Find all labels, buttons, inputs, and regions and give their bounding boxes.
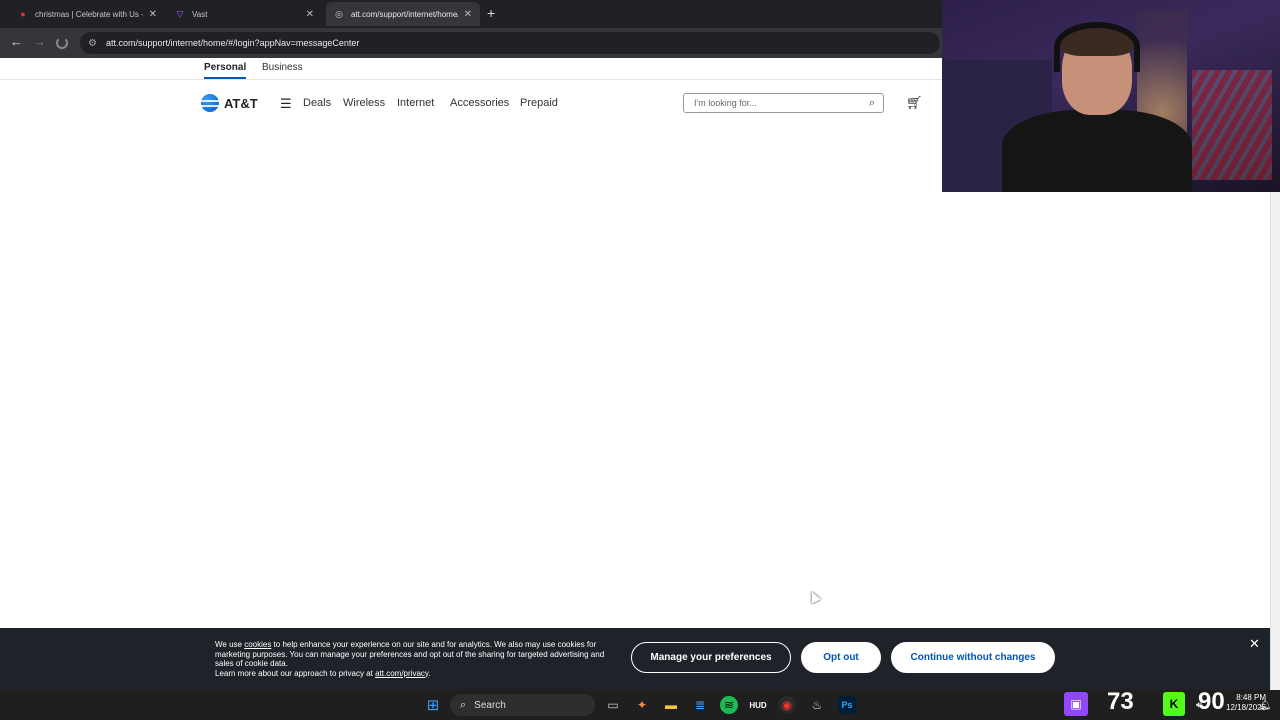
cookies-link[interactable]: cookies	[244, 640, 271, 649]
att-globe-icon	[201, 94, 219, 112]
att-logo[interactable]: AT&T	[201, 94, 258, 112]
stop-loading-icon[interactable]	[56, 37, 68, 49]
task-view-icon[interactable]: ▭	[604, 696, 622, 714]
webcam-overlay	[942, 0, 1280, 192]
hud-app-icon[interactable]: HUD	[749, 696, 767, 714]
taskbar-search[interactable]: ⌕ Search	[450, 694, 595, 716]
windows-taskbar: ⊞ ⌕ Search ▭ ✦ ▬ ≣ ≋ HUD ◉ ♨ Ps ▣ K 🔊︎ 🔔…	[0, 690, 1280, 720]
cookie-text: We use cookies to help enhance your expe…	[215, 640, 605, 678]
forward-icon[interactable]: →	[33, 34, 46, 49]
copilot-icon[interactable]: ✦	[633, 696, 651, 714]
vast-favicon-icon: ▽	[176, 8, 184, 19]
close-tab-icon[interactable]: ✕	[464, 9, 472, 20]
search-input[interactable]: I'm looking for... ⌕	[683, 93, 884, 113]
nav-accessories[interactable]: Accessories	[450, 97, 509, 109]
system-clock[interactable]: 8:48 PM 12/18/2025	[1226, 693, 1266, 713]
cookie-banner: We use cookies to help enhance your expe…	[0, 628, 1270, 690]
twitch-icon[interactable]: ▣	[1064, 692, 1088, 716]
close-tab-icon[interactable]: ✕	[149, 9, 157, 20]
manage-preferences-button[interactable]: Manage your preferences	[631, 642, 791, 673]
chrome-icon[interactable]: ◉	[778, 696, 796, 714]
privacy-link[interactable]: att.com/privacy	[375, 669, 428, 678]
opt-out-button[interactable]: Opt out	[801, 642, 881, 673]
continue-without-changes-button[interactable]: Continue without changes	[891, 642, 1055, 673]
windows-start-icon[interactable]: ⊞	[424, 696, 442, 714]
nav-internet[interactable]: Internet	[397, 97, 434, 109]
close-icon[interactable]: ✕	[1249, 636, 1260, 652]
segment-business[interactable]: Business	[262, 62, 303, 73]
screen: ● christmas | Celebrate with Us - ✕ ▽ Va…	[0, 0, 1280, 720]
stream-stat-left: 73	[1107, 688, 1134, 715]
segment-personal[interactable]: Personal	[204, 62, 247, 79]
att-favicon-icon: ◎	[335, 8, 343, 19]
kick-icon[interactable]: K	[1163, 692, 1185, 716]
segment-divider	[0, 79, 942, 80]
menu-icon[interactable]: ☰	[280, 96, 292, 112]
site-info-icon[interactable]: ⚙	[88, 38, 100, 49]
spotify-icon[interactable]: ≋	[720, 696, 738, 714]
tab-vast[interactable]: ▽ Vast ✕	[167, 2, 322, 26]
nav-deals[interactable]: Deals	[303, 97, 331, 109]
new-tab-icon[interactable]: +	[487, 5, 495, 21]
close-tab-icon[interactable]: ✕	[306, 9, 314, 20]
tab-favicon-icon: ●	[20, 9, 26, 19]
nav-wireless[interactable]: Wireless	[343, 97, 385, 109]
address-bar[interactable]: ⚙ att.com/support/internet/home/#/login?…	[80, 32, 940, 54]
photoshop-icon[interactable]: Ps	[838, 696, 856, 714]
tab-christmas[interactable]: ● christmas | Celebrate with Us - ✕	[10, 2, 165, 26]
steam-icon[interactable]: ♨	[808, 696, 826, 714]
search-icon[interactable]: ⌕	[869, 97, 875, 110]
nav-prepaid[interactable]: Prepaid	[520, 97, 558, 109]
search-icon: ⌕	[460, 698, 467, 711]
address-url: att.com/support/internet/home/#/login?ap…	[106, 38, 360, 48]
stream-stat-right: 90	[1198, 688, 1225, 715]
notepad-icon[interactable]: ≣	[691, 696, 709, 714]
back-icon[interactable]: ←	[10, 34, 23, 49]
tab-att-support[interactable]: ◎ att.com/support/internet/home/ ✕	[326, 2, 480, 26]
file-explorer-icon[interactable]: ▬	[662, 696, 680, 714]
cart-icon[interactable]: 🛒︎	[906, 95, 923, 111]
